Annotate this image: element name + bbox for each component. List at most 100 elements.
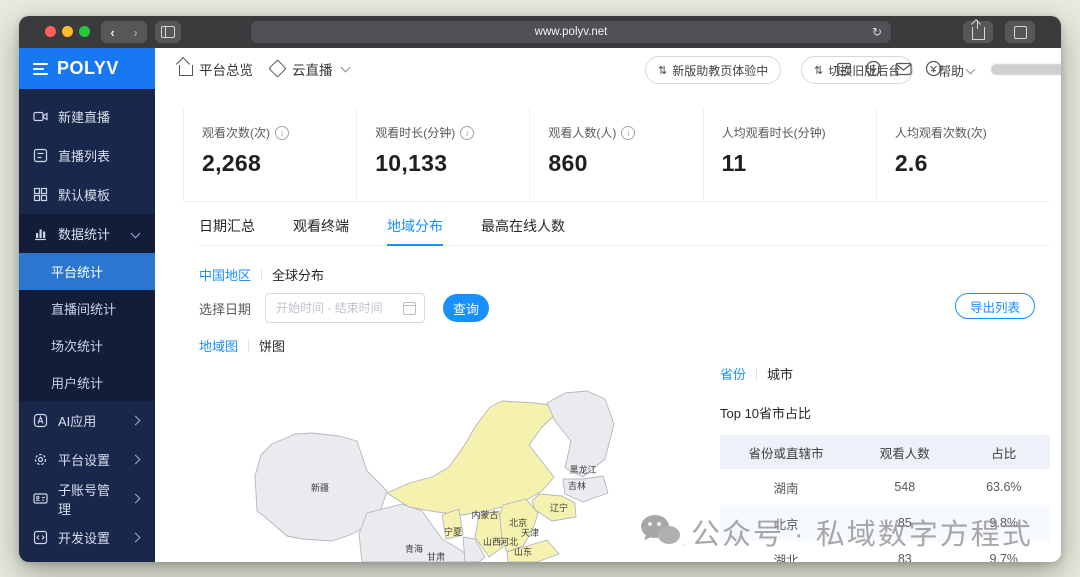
sidebar-item-label: 新建直播 <box>58 107 155 126</box>
sidebar-item-label: 开发设置 <box>58 528 122 547</box>
sidebar-item-live-list[interactable]: 直播列表 <box>19 136 155 175</box>
address-bar[interactable]: www.polyv.net ↻ <box>251 21 891 43</box>
map-label: 吉林 <box>568 480 586 491</box>
help-menu[interactable]: 帮助 <box>938 61 974 80</box>
sidebar-item-user-stats[interactable]: 用户统计 <box>19 364 155 401</box>
stat-label: 观看时长(分钟) <box>375 124 455 141</box>
sidebar-item-platform-settings[interactable]: 平台设置 <box>19 440 155 479</box>
url-text: www.polyv.net <box>535 26 608 38</box>
close-window-button[interactable] <box>45 26 56 37</box>
map-label: 河北 <box>500 536 518 547</box>
map-label: 甘肃 <box>427 551 445 562</box>
stat-card-watch-minutes: 观看时长(分钟) i 10,133 <box>356 109 529 201</box>
toggle-province[interactable]: 省份 <box>720 364 746 383</box>
sidebar-item-label: 平台设置 <box>58 450 122 469</box>
toggle-city[interactable]: 城市 <box>767 364 793 383</box>
app-header: POLYV 平台总览 云直播 ⇅ 新版助教页体验中 ⇅ 切换旧版后台 <box>19 48 1061 90</box>
cell-viewers: 85 <box>852 505 958 541</box>
pill-label: 新版助教页体验中 <box>672 62 768 79</box>
sidebar-item-data-stats[interactable]: 数据统计 <box>19 214 155 253</box>
sidebar-item-label: 子账号管理 <box>58 480 122 518</box>
nav-platform-overview[interactable]: 平台总览 <box>179 48 253 89</box>
sidebar-item-label: 数据统计 <box>58 224 122 243</box>
sidebar-item-dev-settings[interactable]: 开发设置 <box>19 518 155 557</box>
table-row: 湖南 548 63.6% <box>720 469 1050 505</box>
header-icon-row <box>835 60 955 77</box>
chevron-right-icon <box>131 494 141 504</box>
nav-cloud-live[interactable]: 云直播 <box>271 48 349 89</box>
info-icon[interactable]: i <box>275 126 289 140</box>
date-range-field[interactable] <box>274 300 397 316</box>
cell-province: 湖南 <box>720 469 852 505</box>
sidebar-item-new-live[interactable]: 新建直播 <box>19 97 155 136</box>
reload-icon[interactable]: ↻ <box>872 25 882 39</box>
calendar-icon <box>403 302 416 315</box>
stats-row: 观看次数(次)i 2,268 观看时长(分钟)i 10,133 观看人数(人)i… <box>183 109 1049 202</box>
gear-icon <box>33 452 48 467</box>
download-icon[interactable] <box>865 60 882 77</box>
date-filter-row: 选择日期 查询 导出列表 <box>199 293 1049 323</box>
template-grid-icon <box>33 187 48 202</box>
sidebar-item-liveroom-stats[interactable]: 直播间统计 <box>19 290 155 327</box>
map-label: 辽宁 <box>550 502 568 513</box>
swap-arrows-icon: ⇅ <box>814 64 823 77</box>
tab-label: 最高在线人数 <box>481 216 565 236</box>
cell-province: 北京 <box>720 505 852 541</box>
menu-collapse-icon[interactable] <box>33 63 48 75</box>
map-label: 山西 <box>483 537 501 547</box>
toggle-region-map[interactable]: 地域图 <box>199 336 238 355</box>
cell-ratio: 63.6% <box>958 469 1050 505</box>
sidebar-item-subaccount[interactable]: 子账号管理 <box>19 479 155 518</box>
province-city-toggle: 省份 城市 <box>720 364 1052 383</box>
minimize-window-button[interactable] <box>62 26 73 37</box>
sidebar-item-ai-apps[interactable]: AI应用 <box>19 401 155 440</box>
zoom-window-button[interactable] <box>79 26 90 37</box>
back-icon[interactable]: ‹ <box>110 25 114 40</box>
stat-value: 10,133 <box>375 150 529 177</box>
china-region-map[interactable]: 新疆 黑龙江 吉林 辽宁 内蒙古 北京 天津 河北 山西 山东 宁夏 青海 甘肃 <box>247 389 637 562</box>
sidebar-item-session-stats[interactable]: 场次统计 <box>19 327 155 364</box>
doc-list-icon[interactable] <box>835 60 852 77</box>
tab-label: 日期汇总 <box>199 216 255 236</box>
cube-icon <box>268 59 286 77</box>
province-neimenggu <box>387 401 557 515</box>
stat-value: 2.6 <box>895 150 1049 177</box>
cell-viewers: 548 <box>852 469 958 505</box>
mail-icon[interactable] <box>895 60 912 77</box>
sidebar-item-platform-stats[interactable]: 平台统计 <box>19 253 155 290</box>
export-list-button[interactable]: 导出列表 <box>955 293 1035 319</box>
tab-watch-terminal[interactable]: 观看终端 <box>293 207 349 245</box>
col-viewers: 观看人数 <box>852 435 958 469</box>
account-name-redacted[interactable] <box>991 64 1061 75</box>
toggle-pie-chart[interactable]: 饼图 <box>259 336 285 355</box>
tab-date-summary[interactable]: 日期汇总 <box>199 207 255 245</box>
polyv-logo: POLYV <box>57 58 119 79</box>
tab-region-distribution[interactable]: 地域分布 <box>387 207 443 245</box>
toggle-global-distribution[interactable]: 全球分布 <box>272 265 324 284</box>
brand-block: POLYV <box>19 48 155 89</box>
tab-overview-button[interactable] <box>1005 21 1035 43</box>
share-icon <box>972 27 985 40</box>
info-icon[interactable]: i <box>460 126 474 140</box>
forward-icon[interactable]: › <box>133 25 137 40</box>
map-type-toggle: 地域图 饼图 <box>199 336 285 355</box>
share-button[interactable] <box>963 21 993 43</box>
sidebar-subitem-label: 平台统计 <box>51 262 103 281</box>
tab-label: 地域分布 <box>387 216 443 236</box>
stat-value: 2,268 <box>202 150 356 177</box>
sidebar-item-default-template[interactable]: 默认模板 <box>19 175 155 214</box>
info-icon[interactable]: i <box>621 126 635 140</box>
date-range-input[interactable] <box>265 293 425 323</box>
ai-icon <box>33 413 48 428</box>
sidebar-toggle-button[interactable] <box>155 21 181 43</box>
history-nav-buttons[interactable]: ‹ › <box>101 21 147 43</box>
toggle-china-region[interactable]: 中国地区 <box>199 265 251 284</box>
tab-max-online[interactable]: 最高在线人数 <box>481 207 565 245</box>
stat-card-avg-views: 人均观看次数(次) 2.6 <box>876 109 1049 201</box>
top10-title: Top 10省市占比 <box>720 403 1052 422</box>
query-button[interactable]: 查询 <box>443 294 489 322</box>
new-assistant-page-pill[interactable]: ⇅ 新版助教页体验中 <box>645 56 781 84</box>
sidebar: 新建直播 直播列表 默认模板 <box>19 89 155 562</box>
chevron-right-icon <box>131 455 141 465</box>
browser-window: ‹ › www.polyv.net ↻ POLYV <box>19 16 1061 562</box>
